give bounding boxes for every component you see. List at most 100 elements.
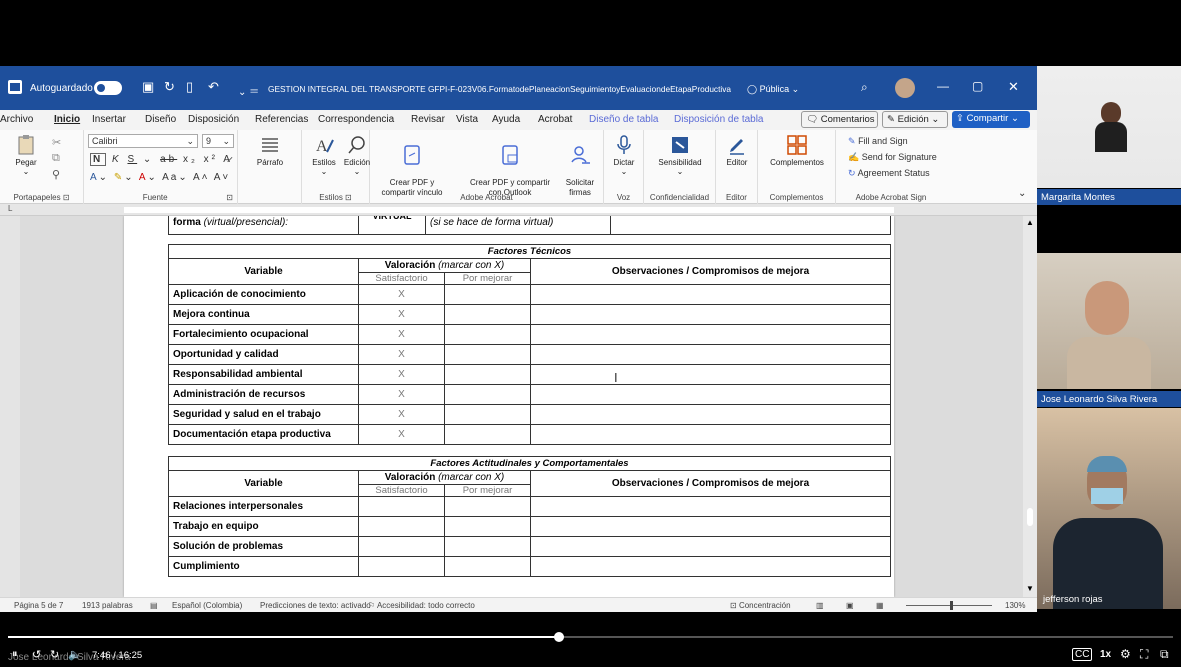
horizontal-ruler[interactable]: L [0, 204, 1037, 216]
search-icon[interactable]: ⌕ [861, 80, 868, 95]
satisfactorio-cell[interactable]: X [358, 404, 445, 425]
observaciones-cell[interactable] [530, 364, 891, 385]
read-mode-icon[interactable]: ▥ [816, 601, 824, 610]
avatar[interactable] [895, 78, 915, 98]
captions-icon[interactable]: CC [1072, 648, 1093, 661]
variable-cell[interactable]: Aplicación de conocimiento [168, 284, 359, 305]
paragraph-button[interactable]: Párrafo [252, 134, 288, 167]
volume-icon[interactable]: 🔈 [68, 648, 82, 661]
satisfactorio-cell[interactable] [358, 496, 445, 517]
skip-forward-icon[interactable]: ↻ [50, 648, 59, 661]
satisfactorio-cell[interactable]: X [358, 364, 445, 385]
por-mejorar-cell[interactable] [444, 344, 531, 365]
variable-cell[interactable]: Trabajo en equipo [168, 516, 359, 537]
play-pause-icon[interactable]: ⏸ [12, 648, 18, 661]
progress-handle[interactable] [554, 632, 565, 642]
tab-insertar[interactable]: Insertar [92, 114, 126, 125]
text-predictions[interactable]: Predicciones de texto: activado [260, 601, 371, 610]
por-mejorar-cell[interactable] [444, 324, 531, 345]
tab-correspondencia[interactable]: Correspondencia [318, 114, 394, 125]
por-mejorar-cell[interactable] [444, 516, 531, 537]
progress-track[interactable] [8, 632, 1173, 642]
observaciones-cell[interactable] [530, 536, 891, 557]
settings-gear-icon[interactable]: ⚙ [1120, 647, 1131, 661]
proofing-icon[interactable]: ▤ [150, 601, 158, 610]
variable-cell[interactable]: Seguridad y salud en el trabajo [168, 404, 359, 425]
create-pdf-link-button[interactable]: Crear PDF y compartir vínculo [376, 134, 448, 198]
collapse-ribbon-icon[interactable]: ⌄ [1018, 188, 1026, 199]
variable-cell[interactable]: Cumplimiento [168, 556, 359, 577]
maximize-icon[interactable]: ▢ [972, 79, 983, 93]
por-mejorar-cell[interactable] [444, 536, 531, 557]
language[interactable]: Español (Colombia) [172, 601, 242, 610]
styles-button[interactable]: A Estilos ⌄ [306, 134, 342, 176]
autosave-toggle[interactable] [94, 81, 122, 95]
tab-disposicion[interactable]: Disposición [188, 114, 239, 125]
satisfactorio-cell[interactable] [358, 556, 445, 577]
web-layout-icon[interactable]: ▦ [876, 601, 884, 610]
addins-button[interactable]: Complementos [764, 134, 830, 167]
tab-referencias[interactable]: Referencias [255, 114, 308, 125]
editing-button[interactable]: ✎ Edición ⌄ [882, 111, 948, 128]
save-icon[interactable]: ▣ [142, 79, 154, 95]
tab-vista[interactable]: Vista [456, 114, 478, 125]
form-mode-value[interactable]: VIRTUAL [358, 216, 426, 235]
visibility-label[interactable]: ◯ Pública ⌄ [747, 84, 799, 95]
observaciones-cell[interactable] [530, 404, 891, 425]
satisfactorio-cell[interactable] [358, 516, 445, 537]
new-doc-icon[interactable]: ▯ [186, 79, 193, 95]
sensitivity-button[interactable]: Sensibilidad ⌄ [650, 134, 710, 176]
fill-sign-button[interactable]: ✎ Fill and Sign [848, 136, 908, 147]
font-format-row[interactable]: N K S ⌄ ab x₂ x² A̷ [90, 153, 233, 166]
observaciones-cell[interactable] [530, 424, 891, 445]
tab-disposicion-tabla[interactable]: Disposición de tabla [674, 114, 764, 125]
create-pdf-outlook-button[interactable]: Crear PDF y compartir con Outlook [462, 134, 558, 198]
print-layout-icon[interactable]: ▣ [846, 601, 854, 610]
por-mejorar-cell[interactable] [444, 556, 531, 577]
satisfactorio-cell[interactable]: X [358, 344, 445, 365]
request-signatures-button[interactable]: Solicitar firmas [560, 134, 600, 198]
refresh-icon[interactable]: ↻ [164, 79, 175, 95]
observaciones-cell[interactable] [530, 516, 891, 537]
tab-diseno-tabla[interactable]: Diseño de tabla [589, 114, 659, 125]
agreement-status-button[interactable]: ↻ Agreement Status [848, 168, 930, 179]
variable-cell[interactable]: Mejora continua [168, 304, 359, 325]
cut-icon[interactable]: ✂ [52, 136, 61, 149]
undo-icon[interactable]: ↶ [208, 79, 219, 95]
scroll-down-icon[interactable]: ▼ [1026, 584, 1034, 593]
tab-acrobat[interactable]: Acrobat [538, 114, 572, 125]
observaciones-cell[interactable] [530, 384, 891, 405]
copy-icon[interactable]: ⧉ [52, 152, 60, 165]
satisfactorio-cell[interactable]: X [358, 424, 445, 445]
variable-cell[interactable]: Administración de recursos [168, 384, 359, 405]
variable-cell[interactable]: Oportunidad y calidad [168, 344, 359, 365]
editing-ribbon-button[interactable]: Edición ⌄ [342, 134, 372, 176]
observaciones-cell[interactable] [530, 496, 891, 517]
tab-revisar[interactable]: Revisar [411, 114, 445, 125]
playback-speed[interactable]: 1x [1100, 649, 1111, 660]
observaciones-cell[interactable] [530, 324, 891, 345]
word-count[interactable]: 1913 palabras [82, 601, 133, 610]
share-button[interactable]: ⇪ Compartir ⌄ [952, 111, 1030, 128]
satisfactorio-cell[interactable]: X [358, 304, 445, 325]
por-mejorar-cell[interactable] [444, 496, 531, 517]
satisfactorio-cell[interactable] [358, 536, 445, 557]
observaciones-cell[interactable] [530, 304, 891, 325]
skip-back-icon[interactable]: ↺ [32, 648, 41, 661]
variable-cell[interactable]: Solución de problemas [168, 536, 359, 557]
por-mejorar-cell[interactable] [444, 404, 531, 425]
tab-inicio[interactable]: Inicio [54, 114, 80, 125]
scroll-thumb[interactable] [1027, 508, 1033, 526]
paste-button[interactable]: Pegar ⌄ [8, 134, 44, 176]
scroll-up-icon[interactable]: ▲ [1026, 218, 1034, 227]
satisfactorio-cell[interactable]: X [358, 284, 445, 305]
font-color-row[interactable]: A⌄ ✎⌄ A⌄ Aa⌄ A˄ A˅ [90, 172, 230, 183]
dictate-button[interactable]: Dictar ⌄ [608, 134, 640, 176]
comments-button[interactable]: 🗨 Comentarios [801, 111, 878, 128]
accessibility-status[interactable]: ⚐ Accesibilidad: todo correcto [368, 601, 475, 610]
format-painter-icon[interactable]: ⚲ [52, 168, 60, 181]
vertical-scrollbar[interactable]: ▲ ▼ [1023, 216, 1037, 597]
send-signature-button[interactable]: ✍ Send for Signature [848, 152, 937, 163]
page-count[interactable]: Página 5 de 7 [14, 601, 63, 610]
variable-cell[interactable]: Fortalecimiento ocupacional [168, 324, 359, 345]
